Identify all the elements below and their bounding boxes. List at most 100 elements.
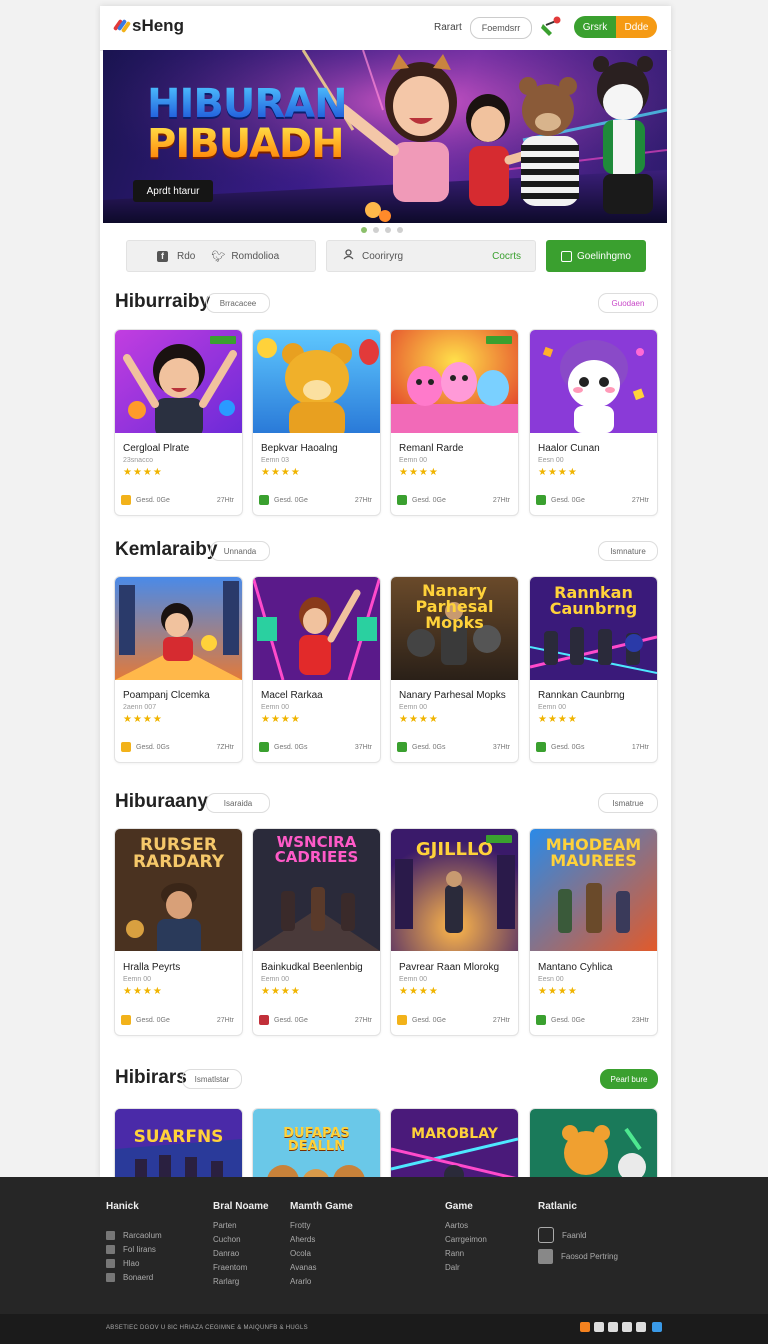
section-pill-label[interactable]: Brracacee (220, 299, 256, 308)
game-card[interactable]: Nanary Parhesal Mopks Nanary Parhesal Mo… (390, 576, 519, 763)
game-title[interactable]: Rannkan Caunbrng (538, 690, 625, 701)
hero-banner[interactable]: HIBURAN PIBUADH Aprdt htarur (103, 50, 667, 223)
game-thumbnail[interactable]: DUFAPAS DEALLN (253, 1109, 380, 1177)
section-more-button[interactable]: Guodaen (598, 293, 658, 313)
footer-link[interactable]: Fol Iirans (106, 1245, 156, 1254)
filter-label-romdolioa[interactable]: Romdolioa (231, 251, 279, 262)
carousel-dot[interactable] (397, 227, 403, 233)
skype-icon[interactable] (622, 1322, 632, 1332)
filter-label-cooriryrg[interactable]: Cooriryrg (362, 251, 403, 262)
carousel-dot[interactable] (373, 227, 379, 233)
game-card[interactable]: Macel Rarkaa Eemn 00 ★★★★ Gesd. 0Gs 37Htr (252, 576, 381, 763)
game-thumbnail[interactable] (115, 577, 242, 680)
game-card[interactable]: WSNCIRA CADRIEES Bainkudkal Beenlenbig E… (252, 828, 381, 1036)
section-pill[interactable]: Brracacee (206, 293, 270, 313)
social-filter-box[interactable]: f Rdo 🐦︎ Romdolioa (126, 240, 316, 272)
game-thumbnail[interactable]: MHODEAM MAUREES (530, 829, 657, 951)
footer-link-label[interactable]: Faanld (562, 1231, 586, 1240)
game-title[interactable]: Pavrear Raan Mlorokg (399, 962, 499, 973)
game-thumbnail[interactable]: GJILLLO (391, 829, 518, 951)
game-title[interactable]: Mantano Cyhlica (538, 962, 612, 973)
game-card[interactable]: Rannkan Caunbrng Rannkan Caunbrng Eemn 0… (529, 576, 658, 763)
game-title[interactable]: Nanary Parhesal Mopks (399, 690, 506, 701)
game-thumbnail[interactable] (253, 577, 380, 680)
game-thumbnail[interactable] (253, 330, 380, 433)
section-more-button[interactable]: Ismnature (598, 541, 658, 561)
filter-label-cocrts[interactable]: Cocrts (492, 251, 521, 262)
footer-link[interactable]: Ararlo (290, 1277, 311, 1286)
facebook-icon[interactable]: f (157, 250, 168, 262)
game-thumbnail[interactable] (115, 330, 242, 433)
game-thumbnail[interactable] (530, 1109, 657, 1177)
game-card[interactable]: Haalor Cunan Eesn 00 ★★★★ Gesd. 0Ge 27Htr (529, 329, 658, 516)
footer-link[interactable]: Danrao (213, 1249, 239, 1258)
banner-cta-button[interactable]: Aprdt htarur (133, 180, 213, 202)
game-card[interactable]: GJILLLO Pavrear Raan Mlorokg Eemn 00 ★★★… (390, 828, 519, 1036)
section-more-button[interactable]: Pearl bure (600, 1069, 658, 1089)
section-pill[interactable]: Unnanda (210, 541, 270, 561)
facebook-icon[interactable] (594, 1322, 604, 1332)
game-card[interactable]: SUARFNS (114, 1108, 243, 1177)
blue-icon[interactable] (652, 1322, 662, 1332)
footer-link[interactable]: Parten (213, 1221, 237, 1230)
login-button[interactable]: Grsrk (574, 16, 616, 38)
twitter-icon[interactable]: 🐦︎ (211, 250, 225, 263)
game-card[interactable]: RURSER RARDARY Hralla Peyrts Eemn 00 ★★★… (114, 828, 243, 1036)
joystick-icon[interactable] (540, 16, 562, 38)
search-pill-button[interactable]: Foemdsrr (470, 17, 532, 39)
game-card[interactable]: MAROBLAY (390, 1108, 519, 1177)
footer-link-label[interactable]: Hlao (123, 1259, 139, 1268)
rss-icon[interactable] (580, 1322, 590, 1332)
game-card[interactable] (529, 1108, 658, 1177)
game-card[interactable]: DUFAPAS DEALLN (252, 1108, 381, 1177)
game-thumbnail[interactable]: SUARFNS (115, 1109, 242, 1177)
game-card[interactable]: Poampanj Clcemka 2aenn 007 ★★★★ Gesd. 0G… (114, 576, 243, 763)
footer-link[interactable]: Carrgeimon (445, 1235, 487, 1244)
footer-link[interactable]: Faosod Pertring (538, 1249, 618, 1264)
game-card[interactable]: Bepkvar Haoalng Eemn 03 ★★★★ Gesd. 0Ge 27… (252, 329, 381, 516)
game-title[interactable]: Haalor Cunan (538, 443, 600, 454)
primary-filter-button[interactable]: Goelinhgmo (546, 240, 646, 272)
game-card[interactable]: MHODEAM MAUREES Mantano Cyhlica Eesn 00 … (529, 828, 658, 1036)
game-card[interactable]: Cergloal Plrate 23snacco ★★★★ Gesd. 0Ge 2… (114, 329, 243, 516)
filter-label-rdo[interactable]: Rdo (177, 251, 195, 262)
footer-link[interactable]: Bonaerd (106, 1273, 153, 1282)
carousel-dot[interactable] (385, 227, 391, 233)
search-filter-box[interactable]: Cooriryrg Cocrts (326, 240, 536, 272)
footer-link[interactable]: Frotty (290, 1221, 310, 1230)
game-thumbnail[interactable]: Nanary Parhesal Mopks (391, 577, 518, 680)
share-icon[interactable] (636, 1322, 646, 1332)
game-title[interactable]: Bepkvar Haoalng (261, 443, 338, 454)
footer-link[interactable]: Ocola (290, 1249, 311, 1258)
footer-link[interactable]: Rarlarg (213, 1277, 239, 1286)
nav-link[interactable]: Rarart (434, 22, 462, 33)
footer-link-label[interactable]: Faosod Pertring (561, 1252, 618, 1261)
footer-link[interactable]: Fraentom (213, 1263, 247, 1272)
carousel-dots[interactable] (361, 227, 403, 233)
footer-link[interactable]: Aherds (290, 1235, 315, 1244)
footer-link[interactable]: Avanas (290, 1263, 317, 1272)
game-thumbnail[interactable] (530, 330, 657, 433)
game-title[interactable]: Macel Rarkaa (261, 690, 323, 701)
footer-link[interactable]: Faanld (538, 1227, 586, 1243)
register-button[interactable]: Ddde (616, 16, 657, 38)
game-title[interactable]: Remanl Rarde (399, 443, 463, 454)
footer-link[interactable]: Rann (445, 1249, 464, 1258)
section-pill[interactable]: Isaraida (206, 793, 270, 813)
section-pill[interactable]: Ismatlstar (182, 1069, 242, 1089)
footer-link[interactable]: Rarcaolum (106, 1231, 162, 1240)
game-thumbnail[interactable]: Rannkan Caunbrng (530, 577, 657, 680)
game-title[interactable]: Bainkudkal Beenlenbig (261, 962, 363, 973)
game-title[interactable]: Cergloal Plrate (123, 443, 189, 454)
twitter-icon[interactable] (608, 1322, 618, 1332)
footer-link-label[interactable]: Bonaerd (123, 1273, 153, 1282)
game-thumbnail[interactable]: WSNCIRA CADRIEES (253, 829, 380, 951)
footer-link-label[interactable]: Fol Iirans (123, 1245, 156, 1254)
section-more-button[interactable]: Ismatrue (598, 793, 658, 813)
game-title[interactable]: Hralla Peyrts (123, 962, 180, 973)
footer-link[interactable]: Cuchon (213, 1235, 241, 1244)
footer-link-label[interactable]: Rarcaolum (123, 1231, 162, 1240)
footer-link[interactable]: Hlao (106, 1259, 139, 1268)
footer-link[interactable]: Aartos (445, 1221, 468, 1230)
filter-label-goelinhgmo[interactable]: Goelinhgmo (577, 251, 631, 262)
